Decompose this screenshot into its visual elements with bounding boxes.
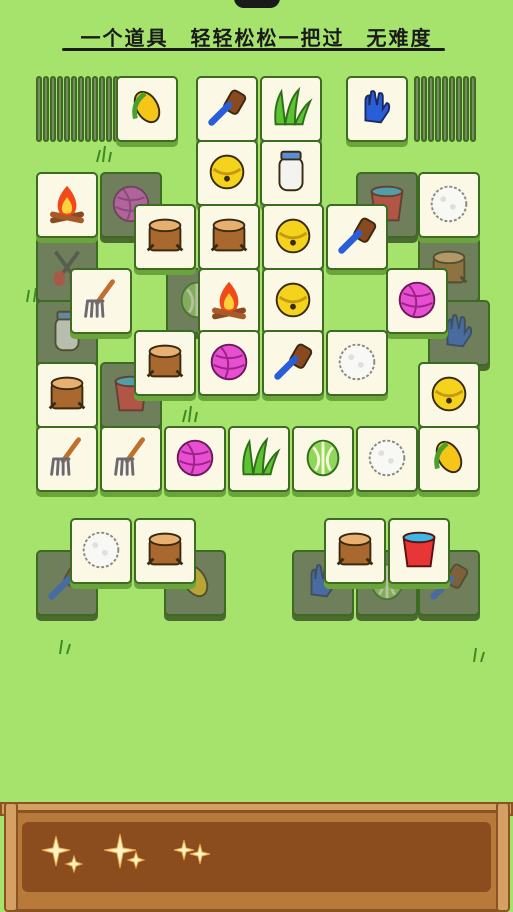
bucket-icon [402, 531, 436, 568]
tile-rice[interactable] [70, 518, 132, 584]
bell-icon [209, 154, 245, 190]
tile-yarn[interactable] [164, 426, 226, 492]
fire-icon [212, 281, 246, 320]
brush-icon [208, 89, 247, 126]
tile-rice[interactable] [418, 172, 480, 238]
tile-bell[interactable] [196, 140, 258, 206]
tile-stump[interactable] [324, 518, 386, 584]
tile-corn[interactable] [116, 76, 178, 142]
bottle-icon [278, 150, 304, 192]
rake-icon [114, 437, 145, 476]
tile-fire[interactable] [36, 172, 98, 238]
banner-underline [62, 48, 445, 51]
rice-icon [430, 185, 468, 223]
bell-icon [275, 282, 311, 318]
tile-bell[interactable] [418, 362, 480, 428]
tile-bell[interactable] [262, 204, 324, 270]
stump-icon [146, 532, 184, 566]
tile-yarn[interactable] [386, 268, 448, 334]
sparkle-effect [41, 835, 84, 874]
promo-banner: 一个道具 轻轻松松一把过 无难度 [0, 0, 513, 60]
grass-tuft-decoration [96, 145, 112, 163]
glove-icon [364, 90, 391, 124]
corn-icon [132, 90, 161, 124]
tile-bottle[interactable] [260, 140, 322, 206]
stump-icon [336, 532, 374, 566]
fence-post [4, 802, 18, 912]
tile-rice[interactable] [356, 426, 418, 492]
tile-cabbage[interactable] [292, 426, 354, 492]
tile-stump[interactable] [134, 330, 196, 396]
rice-icon [82, 531, 120, 569]
rice-icon [338, 343, 376, 381]
rake-icon [84, 279, 115, 318]
tile-brush[interactable] [262, 330, 324, 396]
bell-icon [275, 218, 311, 254]
tile-stump[interactable] [198, 204, 260, 270]
stump-icon [210, 218, 248, 252]
left-tile-stack[interactable] [36, 76, 128, 142]
fence-post [496, 802, 510, 912]
tile-bell[interactable] [262, 268, 324, 334]
tile-grass[interactable] [260, 76, 322, 142]
tile-stump[interactable] [134, 204, 196, 270]
yarn-icon [398, 281, 436, 319]
brush-icon [338, 217, 377, 254]
tile-bucket[interactable] [388, 518, 450, 584]
tile-glove[interactable] [346, 76, 408, 142]
tile-fire[interactable] [198, 268, 260, 334]
stump-icon [146, 344, 184, 378]
tile-rake[interactable] [36, 426, 98, 492]
brush-icon [274, 343, 313, 380]
tile-yarn[interactable] [198, 330, 260, 396]
rake-icon [50, 437, 81, 476]
camera-notch [234, 0, 280, 8]
grass-tuft-decoration [182, 405, 198, 423]
yarn-icon [176, 439, 214, 477]
corn-icon [434, 440, 463, 474]
grass-icon [242, 436, 281, 476]
cabbage-icon [306, 439, 340, 477]
tile-grass[interactable] [228, 426, 290, 492]
tile-rake[interactable] [100, 426, 162, 492]
stump-icon [146, 218, 184, 252]
tile-brush[interactable] [196, 76, 258, 142]
tile-brush[interactable] [326, 204, 388, 270]
stump-icon [48, 376, 86, 410]
tile-corn[interactable] [418, 426, 480, 492]
grass-tuft-decoration [59, 639, 71, 655]
tile-stump[interactable] [36, 362, 98, 428]
tile-rake[interactable] [70, 268, 132, 334]
rice-icon [368, 439, 406, 477]
sparkle-effect [173, 839, 211, 865]
game-board: 一个道具 轻轻松松一把过 无难度 [0, 0, 513, 912]
bell-icon [431, 376, 467, 412]
sparkle-effect [103, 833, 146, 870]
yarn-icon [210, 343, 248, 381]
grass-icon [274, 86, 313, 126]
banner-text: 一个道具 轻轻松松一把过 无难度 [80, 26, 433, 50]
tile-stump[interactable] [134, 518, 196, 584]
tile-rice[interactable] [326, 330, 388, 396]
grass-tuft-decoration [473, 647, 485, 663]
fire-icon [50, 185, 84, 224]
tray-slot-area[interactable] [22, 822, 491, 892]
